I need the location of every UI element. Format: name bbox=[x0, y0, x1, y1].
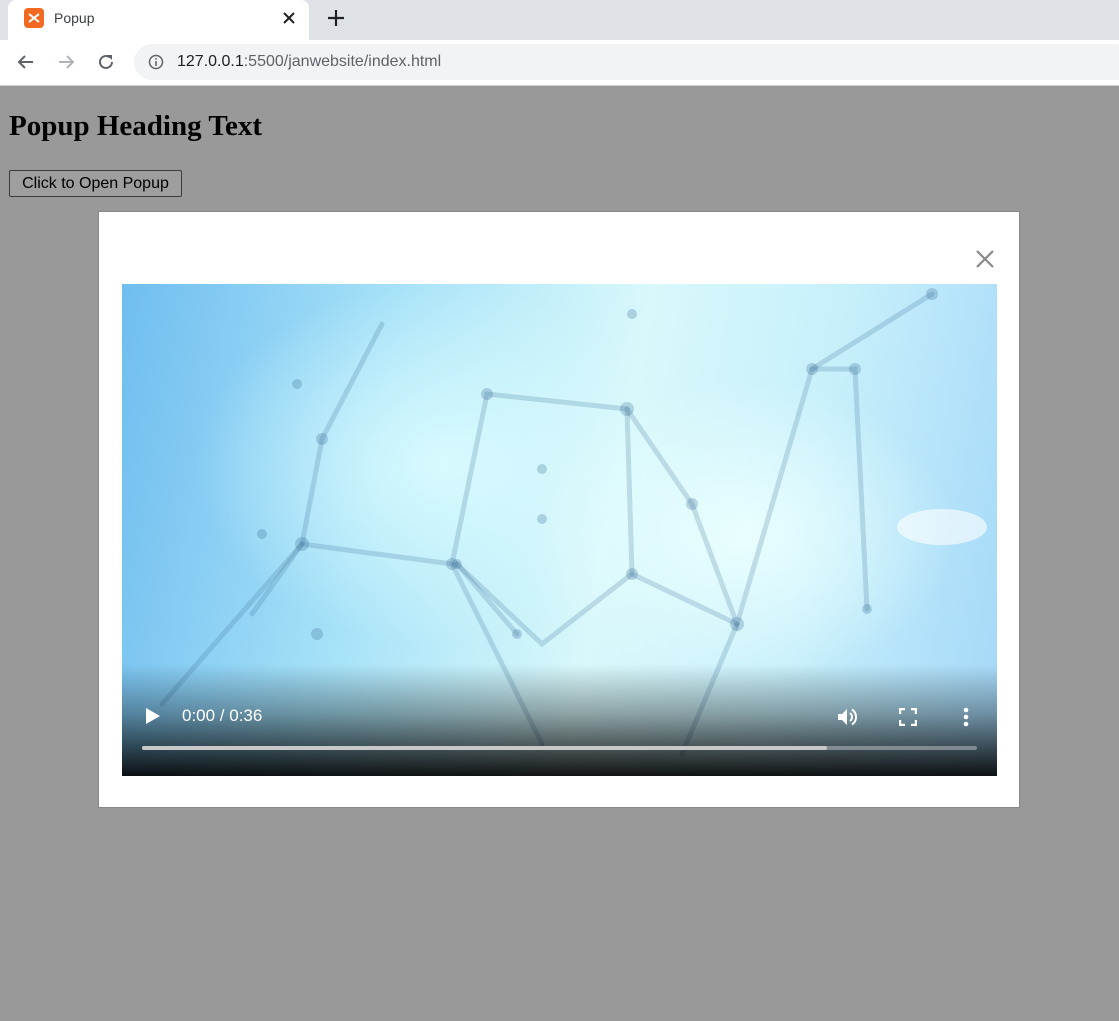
popup-dialog: 0:00 / 0:36 bbox=[98, 211, 1020, 808]
url-path: :5500/janwebsite/index.html bbox=[243, 53, 442, 70]
info-icon[interactable] bbox=[148, 54, 164, 70]
close-icon[interactable] bbox=[975, 249, 995, 269]
reload-icon[interactable] bbox=[96, 52, 116, 72]
page-heading: Popup Heading Text bbox=[9, 110, 263, 142]
browser-tab[interactable]: Popup bbox=[8, 0, 309, 40]
new-tab-icon[interactable] bbox=[326, 8, 346, 28]
browser-toolbar: 127.0.0.1:5500/janwebsite/index.html bbox=[0, 40, 1119, 86]
tab-title: Popup bbox=[54, 10, 95, 26]
url-text[interactable]: 127.0.0.1:5500/janwebsite/index.html bbox=[177, 53, 441, 71]
back-arrow-icon[interactable] bbox=[16, 52, 36, 72]
time-display: 0:00 / 0:36 bbox=[182, 706, 263, 725]
tab-close-icon[interactable] bbox=[280, 9, 298, 27]
progress-bar[interactable] bbox=[142, 746, 977, 750]
more-options-icon[interactable] bbox=[963, 707, 969, 727]
tab-strip: Popup bbox=[0, 0, 1119, 40]
xampp-icon bbox=[24, 8, 44, 28]
open-popup-button[interactable]: Click to Open Popup bbox=[9, 170, 182, 197]
volume-icon[interactable] bbox=[836, 706, 858, 728]
play-icon[interactable] bbox=[146, 708, 160, 724]
video-player[interactable]: 0:00 / 0:36 bbox=[122, 284, 997, 776]
buffered-bar bbox=[142, 746, 827, 750]
fullscreen-icon[interactable] bbox=[899, 708, 917, 726]
forward-arrow-icon[interactable] bbox=[56, 52, 76, 72]
url-host: 127.0.0.1 bbox=[177, 53, 244, 70]
address-bar[interactable]: 127.0.0.1:5500/janwebsite/index.html bbox=[134, 44, 1119, 80]
